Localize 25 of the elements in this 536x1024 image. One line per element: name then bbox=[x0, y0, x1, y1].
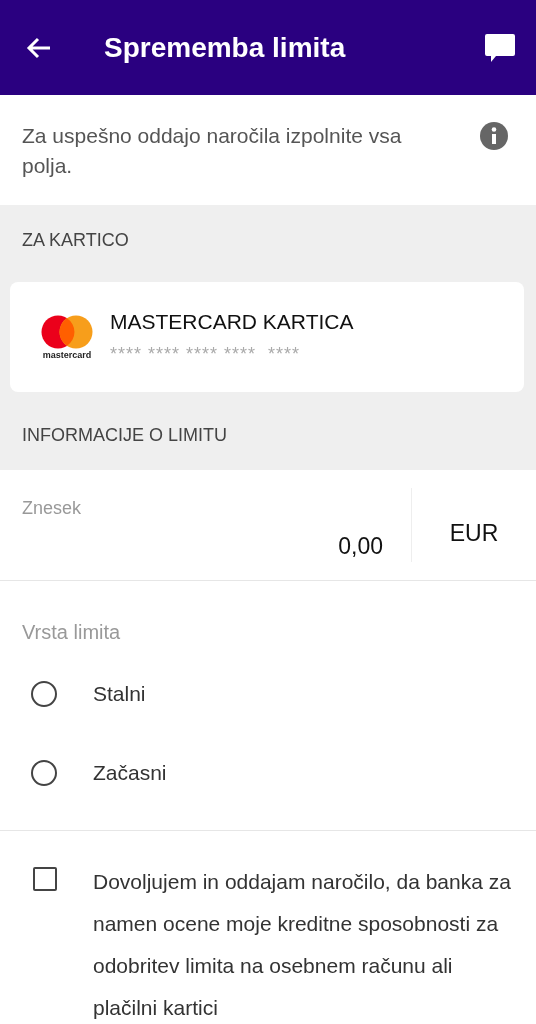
section-title: ZA KARTICO bbox=[22, 229, 129, 251]
radio-label[interactable]: Stalni bbox=[93, 681, 146, 706]
section-title: INFORMACIJE O LIMITU bbox=[22, 424, 227, 446]
radio-button[interactable] bbox=[31, 680, 57, 707]
amount-value: 0,00 bbox=[338, 533, 383, 560]
field-label: Znesek bbox=[22, 498, 83, 519]
back-arrow-icon bbox=[26, 35, 52, 60]
currency-label: EUR bbox=[449, 519, 499, 547]
radio-button[interactable] bbox=[31, 759, 57, 786]
radio-label[interactable]: Začasni bbox=[93, 760, 167, 785]
card-item[interactable]: mastercard MASTERCARD KARTICA **** **** **** **** **** bbox=[10, 282, 524, 392]
amount-field[interactable]: Znesek 0,00 bbox=[0, 470, 411, 580]
card-number: **** **** **** **** **** bbox=[110, 343, 302, 365]
logo-wordmark: mastercard bbox=[42, 349, 92, 360]
mastercard-logo-icon bbox=[39, 314, 95, 349]
notice-text: Za uspešno oddajo naročila izpolnite vsa polja. bbox=[22, 123, 403, 179]
chat-icon bbox=[484, 32, 516, 63]
card-name: MASTERCARD KARTICA bbox=[110, 309, 354, 334]
group-label: Vrsta limita bbox=[22, 621, 121, 644]
checkbox[interactable] bbox=[33, 867, 57, 891]
page-title: Sprememba limita bbox=[104, 31, 347, 64]
info-icon[interactable] bbox=[480, 122, 508, 150]
chat-button[interactable] bbox=[484, 32, 516, 63]
back-button[interactable] bbox=[26, 35, 52, 60]
consent-text: Dovoljujem in oddajam naročilo, da banka za namen ocene moje kreditne sposobnosti za odobritev limita na osebnem računu ali plačilni kartici bbox=[93, 869, 512, 1021]
